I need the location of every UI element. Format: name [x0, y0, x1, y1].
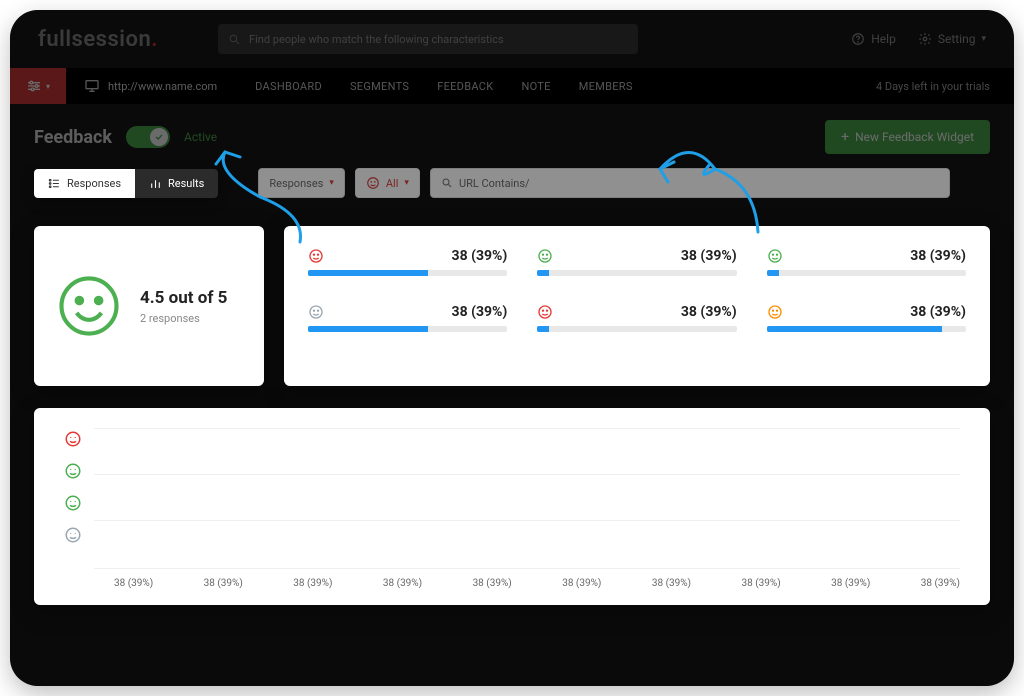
breakdown-value: 38 (39%) [910, 248, 966, 264]
x-label: 38 (39%) [562, 578, 601, 589]
page: Feedback Active + New Feedback Widget Re… [10, 104, 1014, 621]
emotion-icon [64, 494, 82, 512]
monitor-icon [84, 78, 100, 94]
nav-dashboard[interactable]: DASHBOARD [255, 80, 322, 93]
gear-icon [918, 32, 932, 46]
breakdown-value: 38 (39%) [452, 304, 508, 320]
emotion-icon [64, 430, 82, 448]
filters-row: Responses Results Responses ▾ All ▾ URL … [34, 168, 990, 198]
page-header: Feedback Active + New Feedback Widget [34, 120, 990, 154]
brand-text: fullsession [38, 27, 151, 52]
nav-segments[interactable]: SEGMENTS [350, 80, 409, 93]
chart-x-labels: 38 (39%) 38 (39%) 38 (39%) 38 (39%) 38 (39%)… [64, 568, 960, 589]
app-frame: fullsession. Find people who match the f… [10, 10, 1014, 686]
score-headline: 4.5 out of 5 [140, 288, 227, 308]
nav-members[interactable]: MEMBERS [579, 80, 633, 93]
x-label: 38 (39%) [473, 578, 512, 589]
chart-icon [149, 177, 162, 190]
x-label: 38 (39%) [293, 578, 332, 589]
navbar: ▾ http://www.name.com DASHBOARD SEGMENTS… [10, 68, 1014, 104]
x-label: 38 (39%) [741, 578, 780, 589]
breakdown-card: 38 (39%) 38 (39%) 38 (39%) 38 (39%) 38 (… [284, 226, 990, 386]
breakdown-item: 38 (39%) [767, 248, 966, 276]
chart-area [94, 428, 960, 568]
settings-link[interactable]: Setting ▾ [918, 32, 986, 46]
help-link[interactable]: Help [851, 32, 896, 46]
sliders-icon [26, 78, 42, 94]
search-icon [441, 177, 453, 189]
smiley-icon [56, 273, 122, 339]
page-title: Feedback [34, 127, 112, 148]
breakdown-item: 38 (39%) [537, 304, 736, 332]
x-label: 38 (39%) [114, 578, 153, 589]
help-icon [851, 32, 865, 46]
nav-feedback[interactable]: FEEDBACK [437, 80, 493, 93]
x-label: 38 (39%) [831, 578, 870, 589]
search-placeholder: Find people who match the following char… [249, 33, 504, 46]
brand-logo: fullsession. [38, 27, 158, 52]
x-label: 38 (39%) [652, 578, 691, 589]
view-tabs: Responses Results [34, 169, 218, 198]
filter-toggle-button[interactable]: ▾ [10, 68, 66, 104]
toggle-label: Active [184, 130, 217, 144]
nav-links: DASHBOARD SEGMENTS FEEDBACK NOTE MEMBERS [235, 80, 633, 93]
breakdown-value: 38 (39%) [910, 304, 966, 320]
chevron-down-icon: ▾ [981, 34, 986, 44]
new-feedback-widget-button[interactable]: + New Feedback Widget [825, 120, 990, 154]
x-label: 38 (39%) [921, 578, 960, 589]
list-icon [48, 177, 61, 190]
plus-icon: + [841, 129, 849, 145]
filter-responses[interactable]: Responses ▾ [258, 168, 345, 198]
breakdown-item: 38 (39%) [308, 304, 507, 332]
smiley-icon [366, 176, 380, 190]
active-toggle[interactable] [126, 126, 170, 148]
chevron-down-icon: ▾ [404, 178, 409, 188]
breakdown-item: 38 (39%) [308, 248, 507, 276]
tab-results[interactable]: Results [135, 169, 218, 198]
breakdown-value: 38 (39%) [681, 248, 737, 264]
emotion-icon [537, 248, 553, 264]
check-icon [154, 132, 164, 142]
x-label: 38 (39%) [383, 578, 422, 589]
filter-url[interactable]: URL Contains/ [430, 168, 950, 198]
x-label: 38 (39%) [204, 578, 243, 589]
search-icon [228, 33, 241, 46]
summary-row: 4.5 out of 5 2 responses 38 (39%) 38 (39… [34, 226, 990, 386]
url-display[interactable]: http://www.name.com [66, 78, 235, 94]
filter-all[interactable]: All ▾ [355, 168, 420, 198]
trial-notice: 4 Days left in your trials [876, 80, 1014, 93]
emotion-icon [537, 304, 553, 320]
breakdown-value: 38 (39%) [681, 304, 737, 320]
emotion-icon [308, 304, 324, 320]
breakdown-item: 38 (39%) [767, 304, 966, 332]
emotion-icon [767, 304, 783, 320]
chevron-down-icon: ▾ [46, 82, 50, 91]
chart-y-icons [64, 428, 82, 568]
emotion-icon [64, 526, 82, 544]
emotion-icon [767, 248, 783, 264]
breakdown-value: 38 (39%) [452, 248, 508, 264]
topbar: fullsession. Find people who match the f… [10, 10, 1014, 68]
score-card: 4.5 out of 5 2 responses [34, 226, 264, 386]
chevron-down-icon: ▾ [329, 178, 334, 188]
search-input[interactable]: Find people who match the following char… [218, 24, 638, 54]
tab-responses[interactable]: Responses [34, 169, 135, 198]
emotion-icon [64, 462, 82, 480]
emotion-icon [308, 248, 324, 264]
nav-note[interactable]: NOTE [521, 80, 550, 93]
score-sub: 2 responses [140, 312, 227, 325]
chart-card: 38 (39%) 38 (39%) 38 (39%) 38 (39%) 38 (39%)… [34, 408, 990, 605]
breakdown-item: 38 (39%) [537, 248, 736, 276]
